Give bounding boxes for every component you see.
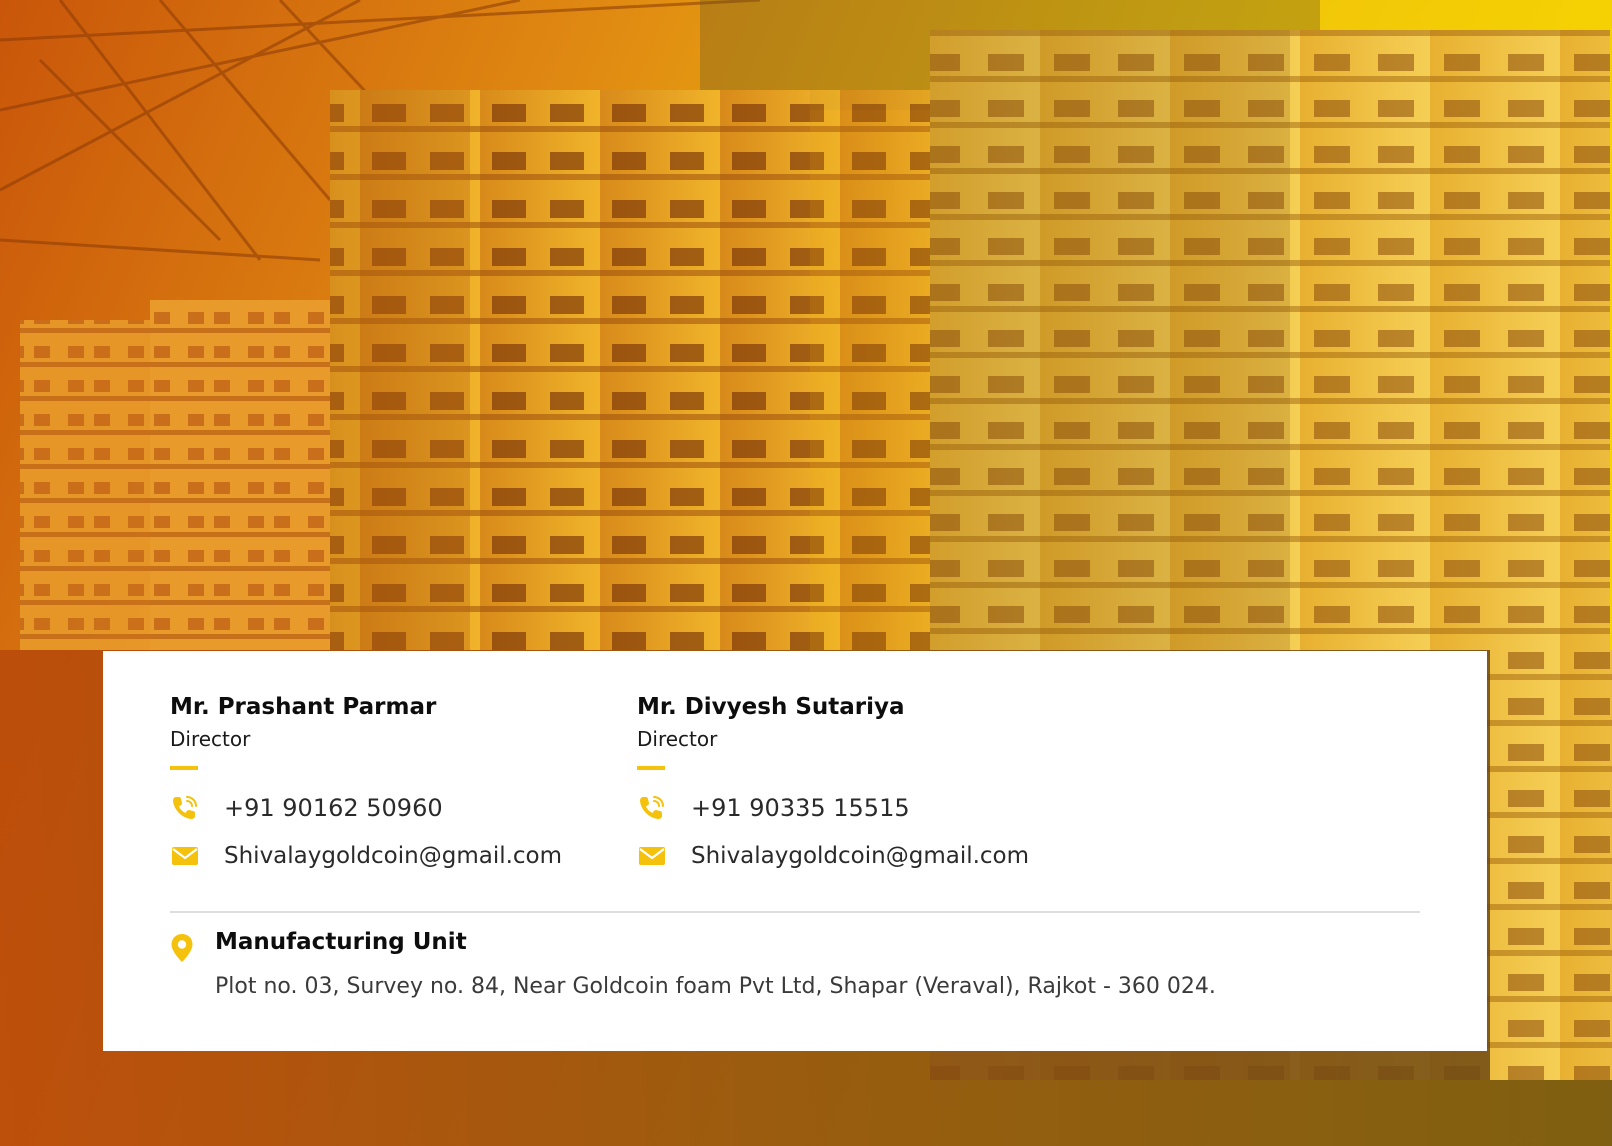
phone-number: +91 90162 50960 bbox=[224, 794, 443, 822]
location-pin-icon bbox=[170, 933, 194, 963]
email-address: Shivalaygoldcoin@gmail.com bbox=[224, 843, 563, 869]
phone-icon bbox=[170, 793, 200, 823]
phone-row[interactable]: +91 90335 15515 bbox=[637, 794, 1077, 822]
email-icon bbox=[637, 841, 667, 871]
phone-row[interactable]: +91 90162 50960 bbox=[170, 794, 610, 822]
contact-role: Director bbox=[637, 727, 718, 751]
address-text: Plot no. 03, Survey no. 84, Near Goldcoi… bbox=[215, 974, 1216, 999]
contact-divyesh-sutariya: Mr. Divyesh Sutariya Director +91 90335 … bbox=[637, 693, 1077, 870]
contact-name: Mr. Divyesh Sutariya bbox=[637, 694, 905, 720]
contact-role: Director bbox=[170, 727, 251, 751]
accent-divider bbox=[170, 766, 198, 770]
card-divider bbox=[170, 911, 1420, 913]
phone-icon bbox=[637, 793, 667, 823]
contact-name: Mr. Prashant Parmar bbox=[170, 694, 437, 720]
email-row[interactable]: Shivalaygoldcoin@gmail.com bbox=[637, 842, 1077, 870]
email-address: Shivalaygoldcoin@gmail.com bbox=[691, 843, 1030, 869]
contact-card: Mr. Prashant Parmar Director +91 90162 5… bbox=[103, 651, 1487, 1051]
phone-number: +91 90335 15515 bbox=[691, 794, 910, 822]
section-title: Manufacturing Unit bbox=[215, 929, 467, 955]
email-icon bbox=[170, 841, 200, 871]
email-row[interactable]: Shivalaygoldcoin@gmail.com bbox=[170, 842, 610, 870]
accent-divider bbox=[637, 766, 665, 770]
contact-prashant-parmar: Mr. Prashant Parmar Director +91 90162 5… bbox=[170, 693, 610, 870]
